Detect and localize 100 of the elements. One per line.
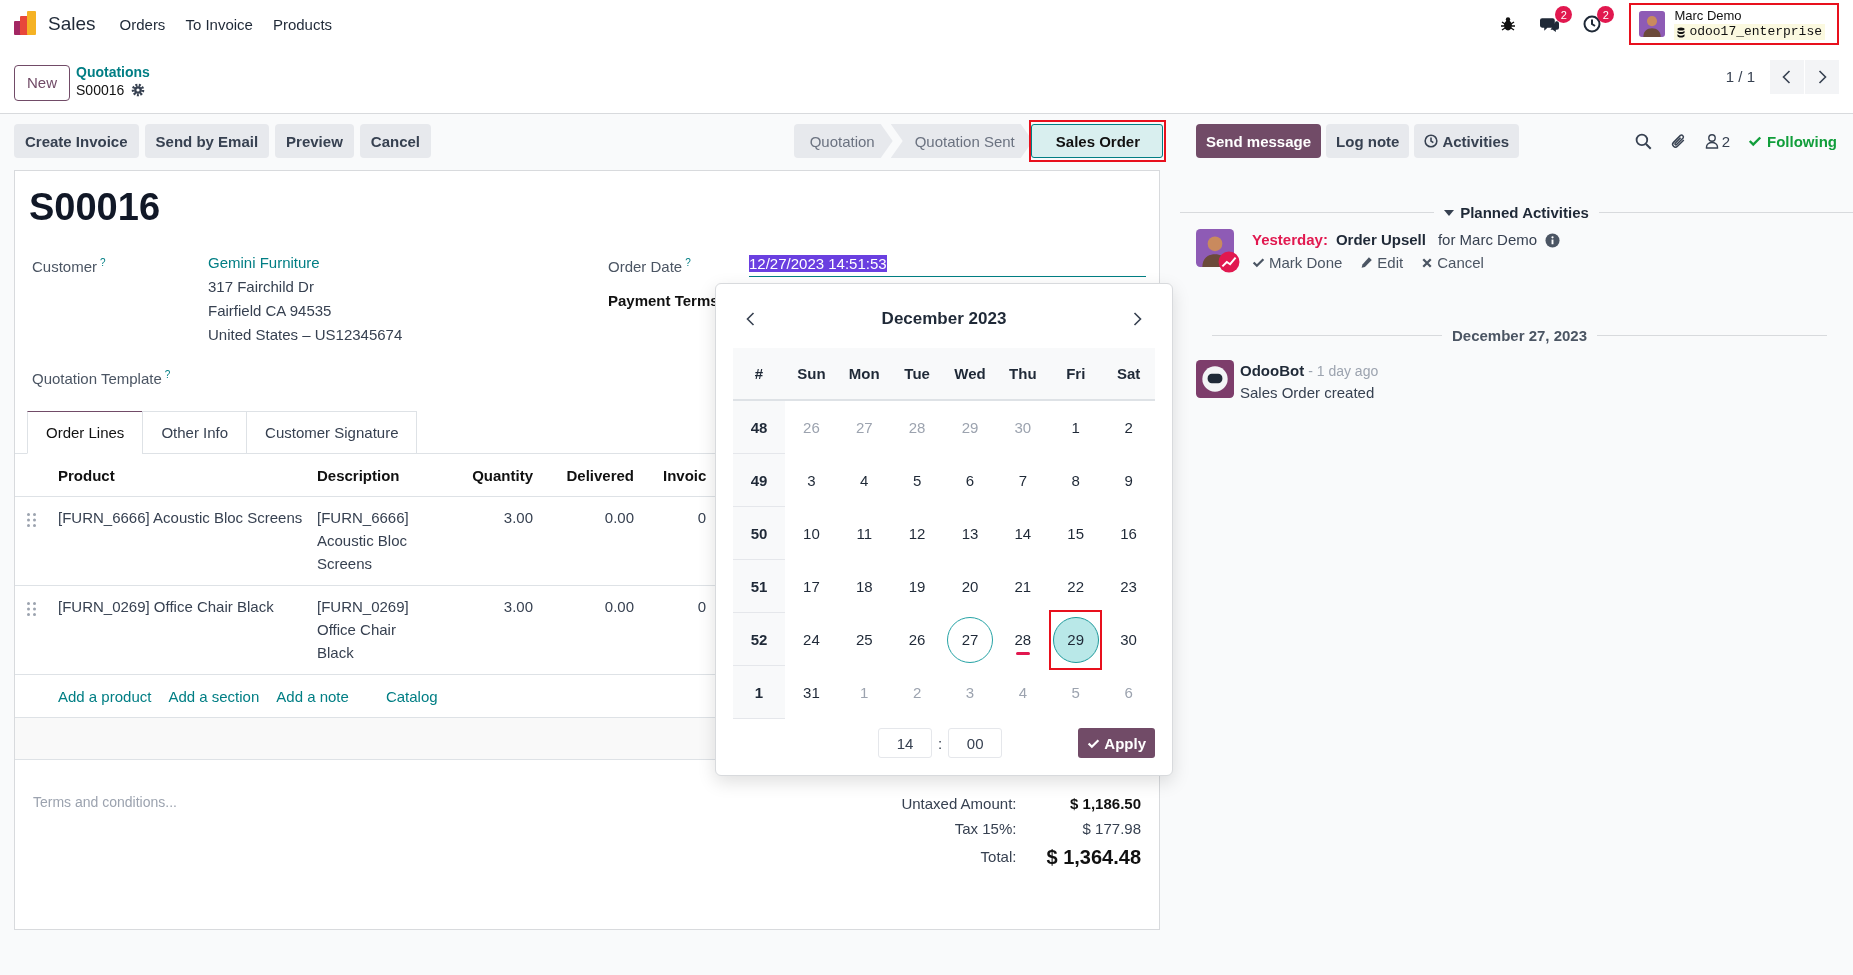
table-cell-text: [FURN_6666] Acoustic Bloc Screens [58, 508, 304, 528]
activity-action[interactable]: Edit [1360, 254, 1404, 271]
calendar-day[interactable]: 25 [841, 616, 888, 663]
column-header[interactable]: Invoic [642, 454, 716, 496]
activities-button[interactable]: Activities [1414, 124, 1520, 158]
calendar-day[interactable]: 14 [999, 510, 1046, 557]
calendar-day[interactable]: 6 [947, 457, 993, 504]
customer-link[interactable]: Gemini Furniture [208, 251, 403, 275]
column-header[interactable]: Description [317, 454, 453, 496]
date-separator: December 27, 2023 [1451, 327, 1588, 344]
tab[interactable]: Order Lines [27, 411, 144, 454]
total-label: Untaxed Amount: [901, 794, 1017, 814]
drag-handle-icon[interactable] [27, 602, 36, 616]
new-button[interactable]: New [14, 64, 70, 101]
calendar-day[interactable]: 20 [947, 563, 993, 610]
tab[interactable]: Other Info [142, 411, 248, 454]
calendar-day[interactable]: 5 [894, 457, 941, 504]
paperclip-icon[interactable] [1669, 132, 1687, 150]
clock-icon[interactable] [1583, 15, 1602, 33]
close-icon [1421, 256, 1434, 269]
action-button[interactable]: Send by Email [144, 124, 270, 158]
calendar-day[interactable]: 17 [788, 563, 835, 610]
calendar-day[interactable]: 1 [1052, 404, 1099, 451]
gear-icon[interactable] [131, 82, 146, 97]
column-header[interactable]: Delivered [541, 454, 642, 496]
message-author[interactable]: OdooBot [1240, 362, 1305, 379]
add-link[interactable]: Add a note [276, 687, 349, 705]
calendar-day[interactable]: 12 [894, 510, 941, 557]
table-cell-text: 0.00 [603, 508, 635, 528]
menu-item[interactable]: Products [262, 15, 343, 33]
status-step[interactable]: Sales Order [1030, 124, 1163, 158]
calendar-day[interactable]: 22 [1052, 563, 1099, 610]
table-cell-text: 0 [696, 508, 707, 528]
chat-icon[interactable] [1540, 15, 1560, 33]
notification-badge: 2 [1597, 6, 1615, 23]
clock-icon [1424, 134, 1439, 148]
calendar-day[interactable]: 16 [1105, 510, 1152, 557]
column-header[interactable]: Product [58, 454, 317, 496]
add-link[interactable]: Add a product [58, 687, 152, 705]
weekday-header: Sun [785, 348, 838, 401]
calendar-day[interactable]: 9 [1105, 457, 1152, 504]
tab[interactable]: Customer Signature [246, 411, 418, 454]
calendar-day[interactable]: 24 [788, 616, 835, 663]
check-icon [1748, 134, 1762, 148]
message-time: - 1 day ago [1308, 363, 1379, 379]
column-header[interactable]: Quantity [453, 454, 541, 496]
followers-button[interactable]: 2 [1704, 132, 1730, 150]
calendar-day[interactable]: 18 [841, 563, 888, 610]
breadcrumb-link[interactable]: Quotations [76, 62, 150, 81]
app-logo[interactable] [14, 11, 38, 37]
info-icon[interactable] [1545, 232, 1561, 248]
drag-handle-icon[interactable] [27, 513, 36, 527]
apply-button[interactable]: Apply [1078, 728, 1155, 758]
status-step[interactable]: Quotation [793, 124, 893, 158]
calendar-day[interactable]: 23 [1105, 563, 1152, 610]
action-button[interactable]: Create Invoice [14, 124, 139, 158]
calendar-day[interactable]: 15 [1052, 510, 1099, 557]
log-note-button[interactable]: Log note [1326, 124, 1410, 158]
calendar-day[interactable]: 13 [947, 510, 993, 557]
calendar-day[interactable]: 30 [1105, 616, 1152, 663]
menu-item[interactable]: To Invoice [175, 15, 263, 33]
minute-input[interactable]: 00 [948, 728, 1003, 758]
action-button[interactable]: Preview [275, 124, 354, 158]
calendar-day[interactable]: 28 [999, 616, 1046, 663]
table-cell-text: 0 [696, 597, 707, 617]
app-name[interactable]: Sales [48, 13, 96, 35]
calendar-day[interactable]: 21 [999, 563, 1046, 610]
action-button[interactable]: Cancel [359, 124, 431, 158]
calendar-day[interactable]: 8 [1052, 457, 1099, 504]
total-value: $ 1,186.50 [1069, 794, 1141, 814]
user-menu[interactable]: Marc Demo odoo17_enterprise [1629, 3, 1839, 45]
add-link[interactable]: Add a section [168, 687, 260, 705]
send-message-button[interactable]: Send message [1196, 124, 1322, 158]
search-icon[interactable] [1634, 132, 1652, 150]
calendar-day[interactable]: 29 [1052, 616, 1099, 663]
calendar-day[interactable]: 4 [841, 457, 888, 504]
planned-activities-toggle[interactable]: Planned Activities [1444, 204, 1589, 221]
calendar-day[interactable]: 3 [788, 457, 835, 504]
add-link[interactable]: Catalog [385, 687, 438, 705]
calendar-day[interactable]: 7 [999, 457, 1046, 504]
menu-item[interactable]: Orders [109, 15, 176, 33]
weekday-header: Fri [1049, 348, 1103, 401]
calendar-day[interactable]: 31 [788, 669, 835, 716]
calendar-day[interactable]: 2 [1105, 404, 1152, 451]
table-cell-text: 3.00 [502, 508, 534, 528]
hour-input[interactable]: 14 [878, 728, 932, 758]
week-number: 52 [733, 613, 785, 666]
week-number: 1 [733, 666, 785, 719]
calendar-day[interactable]: 11 [841, 510, 888, 557]
date-field[interactable]: 12/27/2023 14:51:53 [749, 251, 1146, 277]
calendar-day[interactable]: 10 [788, 510, 835, 557]
activity-summary: Order Upsell [1335, 230, 1426, 250]
calendar-day[interactable]: 19 [894, 563, 941, 610]
total-value: $ 177.98 [1081, 819, 1141, 839]
weekday-header: Mon [837, 348, 891, 401]
calendar-day[interactable]: 26 [894, 616, 941, 663]
activity-action[interactable]: Cancel [1421, 254, 1484, 271]
bug-icon[interactable] [1500, 16, 1517, 32]
activity-action[interactable]: Mark Done [1252, 254, 1343, 271]
date-value: 12/27/2023 14:51:53 [749, 255, 887, 272]
